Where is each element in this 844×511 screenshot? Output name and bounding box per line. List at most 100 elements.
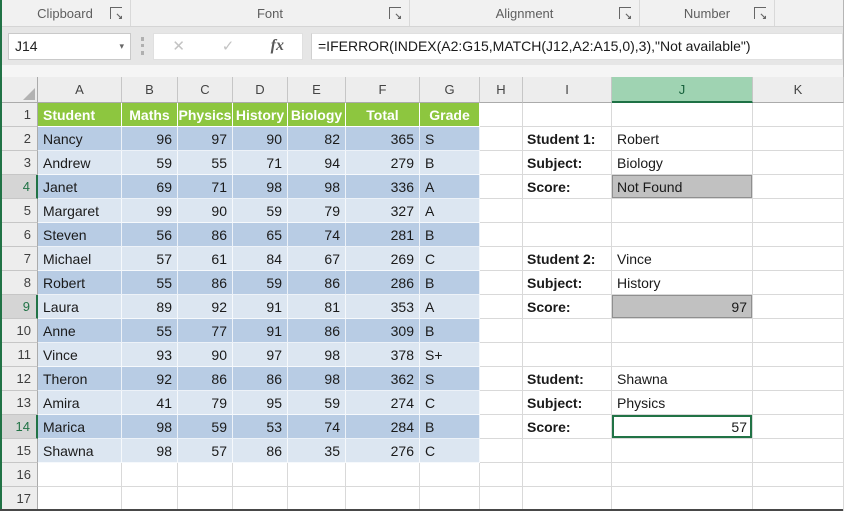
formula-input[interactable]: =IFERROR(INDEX(A2:G15,MATCH(J12,A2:A15,0… xyxy=(311,32,843,60)
column-header-I[interactable]: I xyxy=(523,77,612,103)
cell-F12[interactable]: 362 xyxy=(346,367,420,391)
dialog-launcher-icon[interactable] xyxy=(389,7,402,21)
cell-B5[interactable]: 99 xyxy=(122,199,178,223)
cell-D16[interactable] xyxy=(233,463,288,487)
cell-K7[interactable] xyxy=(753,247,844,271)
cell-E4[interactable]: 98 xyxy=(288,175,346,199)
row-header-14[interactable]: 14 xyxy=(0,415,38,439)
cell-I10[interactable] xyxy=(523,319,612,343)
cell-C9[interactable]: 92 xyxy=(178,295,233,319)
dialog-launcher-icon[interactable] xyxy=(754,7,767,21)
cancel-icon[interactable]: ✕ xyxy=(164,37,194,55)
cell-E16[interactable] xyxy=(288,463,346,487)
cell-H12[interactable] xyxy=(480,367,523,391)
cell-G3[interactable]: B xyxy=(420,151,480,175)
cell-C12[interactable]: 86 xyxy=(178,367,233,391)
cell-H7[interactable] xyxy=(480,247,523,271)
cell-B10[interactable]: 55 xyxy=(122,319,178,343)
cell-D9[interactable]: 91 xyxy=(233,295,288,319)
cell-H9[interactable] xyxy=(480,295,523,319)
cell-E8[interactable]: 86 xyxy=(288,271,346,295)
cell-H3[interactable] xyxy=(480,151,523,175)
cell-A11[interactable]: Vince xyxy=(38,343,122,367)
cell-I13[interactable]: Subject: xyxy=(523,391,612,415)
cell-A17[interactable] xyxy=(38,487,122,511)
cell-K10[interactable] xyxy=(753,319,844,343)
cell-E13[interactable]: 59 xyxy=(288,391,346,415)
cell-I14[interactable]: Score: xyxy=(523,415,612,439)
cell-C15[interactable]: 57 xyxy=(178,439,233,463)
cell-H2[interactable] xyxy=(480,127,523,151)
row-header-11[interactable]: 11 xyxy=(0,343,38,367)
row-header-9[interactable]: 9 xyxy=(0,295,38,319)
cell-G6[interactable]: B xyxy=(420,223,480,247)
cell-D13[interactable]: 95 xyxy=(233,391,288,415)
cell-G16[interactable] xyxy=(420,463,480,487)
cell-B9[interactable]: 89 xyxy=(122,295,178,319)
cell-G5[interactable]: A xyxy=(420,199,480,223)
cell-F13[interactable]: 274 xyxy=(346,391,420,415)
cell-A15[interactable]: Shawna xyxy=(38,439,122,463)
cell-G9[interactable]: A xyxy=(420,295,480,319)
cell-B6[interactable]: 56 xyxy=(122,223,178,247)
cell-G13[interactable]: C xyxy=(420,391,480,415)
column-header-A[interactable]: A xyxy=(38,77,122,103)
cell-J11[interactable] xyxy=(612,343,753,367)
cell-J15[interactable] xyxy=(612,439,753,463)
cell-J10[interactable] xyxy=(612,319,753,343)
cell-D7[interactable]: 84 xyxy=(233,247,288,271)
cell-I2[interactable]: Student 1: xyxy=(523,127,612,151)
enter-icon[interactable]: ✓ xyxy=(213,37,243,55)
cell-J8[interactable]: History xyxy=(612,271,753,295)
cell-C1[interactable]: Physics xyxy=(178,103,233,127)
cell-B12[interactable]: 92 xyxy=(122,367,178,391)
cell-F11[interactable]: 378 xyxy=(346,343,420,367)
cell-H10[interactable] xyxy=(480,319,523,343)
cell-D5[interactable]: 59 xyxy=(233,199,288,223)
cell-C17[interactable] xyxy=(178,487,233,511)
cell-K12[interactable] xyxy=(753,367,844,391)
cell-G2[interactable]: S xyxy=(420,127,480,151)
cell-I16[interactable] xyxy=(523,463,612,487)
row-header-2[interactable]: 2 xyxy=(0,127,38,151)
cell-C2[interactable]: 97 xyxy=(178,127,233,151)
cell-H15[interactable] xyxy=(480,439,523,463)
cell-K16[interactable] xyxy=(753,463,844,487)
cell-I9[interactable]: Score: xyxy=(523,295,612,319)
row-header-5[interactable]: 5 xyxy=(0,199,38,223)
cell-A8[interactable]: Robert xyxy=(38,271,122,295)
cell-C16[interactable] xyxy=(178,463,233,487)
cell-H8[interactable] xyxy=(480,271,523,295)
cell-K1[interactable] xyxy=(753,103,844,127)
cell-G14[interactable]: B xyxy=(420,415,480,439)
cell-B8[interactable]: 55 xyxy=(122,271,178,295)
cell-E14[interactable]: 74 xyxy=(288,415,346,439)
cell-B4[interactable]: 69 xyxy=(122,175,178,199)
row-header-3[interactable]: 3 xyxy=(0,151,38,175)
cell-B2[interactable]: 96 xyxy=(122,127,178,151)
cell-K2[interactable] xyxy=(753,127,844,151)
cell-G8[interactable]: B xyxy=(420,271,480,295)
cell-D8[interactable]: 59 xyxy=(233,271,288,295)
cell-I5[interactable] xyxy=(523,199,612,223)
cell-F3[interactable]: 279 xyxy=(346,151,420,175)
cell-F2[interactable]: 365 xyxy=(346,127,420,151)
cell-J4[interactable]: Not Found xyxy=(612,175,753,199)
row-header-8[interactable]: 8 xyxy=(0,271,38,295)
cell-I7[interactable]: Student 2: xyxy=(523,247,612,271)
cell-B3[interactable]: 59 xyxy=(122,151,178,175)
cell-F8[interactable]: 286 xyxy=(346,271,420,295)
cell-F7[interactable]: 269 xyxy=(346,247,420,271)
cell-A14[interactable]: Marica xyxy=(38,415,122,439)
cell-J12[interactable]: Shawna xyxy=(612,367,753,391)
column-header-B[interactable]: B xyxy=(122,77,178,103)
cell-D1[interactable]: History xyxy=(233,103,288,127)
cell-G10[interactable]: B xyxy=(420,319,480,343)
cell-C8[interactable]: 86 xyxy=(178,271,233,295)
row-header-4[interactable]: 4 xyxy=(0,175,38,199)
cell-E11[interactable]: 98 xyxy=(288,343,346,367)
cell-C3[interactable]: 55 xyxy=(178,151,233,175)
cell-I1[interactable] xyxy=(523,103,612,127)
row-header-13[interactable]: 13 xyxy=(0,391,38,415)
cell-J13[interactable]: Physics xyxy=(612,391,753,415)
